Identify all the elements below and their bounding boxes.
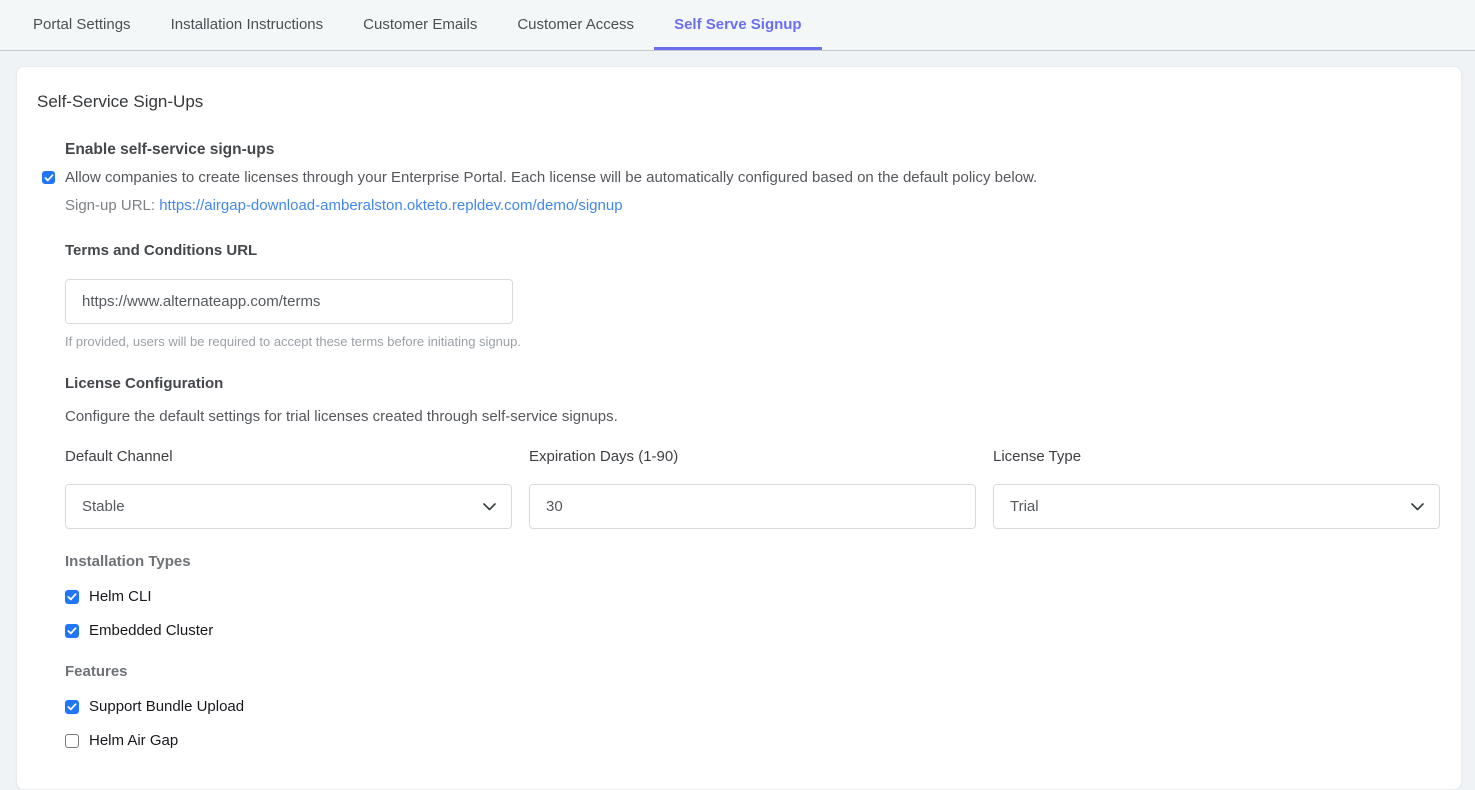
expiration-days-field: Expiration Days (1-90)	[529, 448, 976, 529]
default-channel-field: Default Channel Stable	[65, 448, 512, 529]
terms-url-label: Terms and Conditions URL	[65, 242, 1440, 259]
embedded-cluster-row[interactable]: Embedded Cluster	[65, 622, 213, 639]
card-content: Enable self-service sign-ups Allow compa…	[65, 141, 1440, 749]
license-type-select[interactable]: Trial	[993, 484, 1440, 529]
expiration-days-label: Expiration Days (1-90)	[529, 448, 976, 465]
terms-url-helper-text: If provided, users will be required to a…	[65, 334, 1440, 349]
license-type-label: License Type	[993, 448, 1440, 465]
enable-signups-heading: Enable self-service sign-ups	[65, 141, 1440, 159]
checkmark-icon	[44, 174, 54, 182]
checkmark-icon	[67, 703, 77, 711]
helm-cli-checkbox[interactable]	[65, 590, 79, 604]
expiration-days-input[interactable]	[529, 484, 976, 529]
enable-signups-description: Allow companies to create licenses throu…	[65, 168, 1037, 188]
self-service-signups-card: Self-Service Sign-Ups Enable self-servic…	[16, 66, 1462, 790]
helm-cli-label: Helm CLI	[89, 588, 152, 605]
checkmark-icon	[67, 627, 77, 635]
default-channel-select[interactable]: Stable	[65, 484, 512, 529]
default-channel-value: Stable	[82, 498, 125, 515]
helm-air-gap-checkbox[interactable]	[65, 734, 79, 748]
signup-url-row: Sign-up URL: https://airgap-download-amb…	[65, 196, 1440, 216]
terms-url-input[interactable]	[65, 279, 513, 324]
support-bundle-upload-checkbox[interactable]	[65, 700, 79, 714]
signup-url-link[interactable]: https://airgap-download-amberalston.okte…	[159, 197, 622, 214]
default-channel-label: Default Channel	[65, 448, 512, 465]
tab-self-serve-signup[interactable]: Self Serve Signup	[654, 0, 822, 50]
tab-installation-instructions[interactable]: Installation Instructions	[151, 0, 344, 50]
enable-signups-checkbox[interactable]	[42, 171, 55, 184]
page-body: Self-Service Sign-Ups Enable self-servic…	[0, 51, 1475, 790]
chevron-down-icon	[1411, 503, 1424, 511]
support-bundle-upload-label: Support Bundle Upload	[89, 698, 244, 715]
chevron-down-icon	[483, 503, 496, 511]
tab-customer-access[interactable]: Customer Access	[497, 0, 654, 50]
tab-customer-emails[interactable]: Customer Emails	[343, 0, 497, 50]
installation-types-label: Installation Types	[65, 553, 1440, 570]
license-configuration-description: Configure the default settings for trial…	[65, 408, 1440, 425]
helm-air-gap-row[interactable]: Helm Air Gap	[65, 732, 178, 749]
settings-tab-bar: Portal Settings Installation Instruction…	[0, 0, 1475, 51]
helm-cli-row[interactable]: Helm CLI	[65, 588, 152, 605]
embedded-cluster-checkbox[interactable]	[65, 624, 79, 638]
features-label: Features	[65, 663, 1440, 680]
signup-url-label: Sign-up URL:	[65, 197, 155, 214]
license-fields-row: Default Channel Stable Expiration Days (…	[65, 448, 1440, 529]
license-type-field: License Type Trial	[993, 448, 1440, 529]
page-title: Self-Service Sign-Ups	[37, 92, 1440, 112]
enable-signups-row: Allow companies to create licenses throu…	[42, 168, 1440, 188]
license-type-value: Trial	[1010, 498, 1039, 515]
license-configuration-heading: License Configuration	[65, 375, 1440, 392]
embedded-cluster-label: Embedded Cluster	[89, 622, 213, 639]
support-bundle-upload-row[interactable]: Support Bundle Upload	[65, 698, 244, 715]
tab-portal-settings[interactable]: Portal Settings	[13, 0, 151, 50]
checkmark-icon	[67, 593, 77, 601]
helm-air-gap-label: Helm Air Gap	[89, 732, 178, 749]
